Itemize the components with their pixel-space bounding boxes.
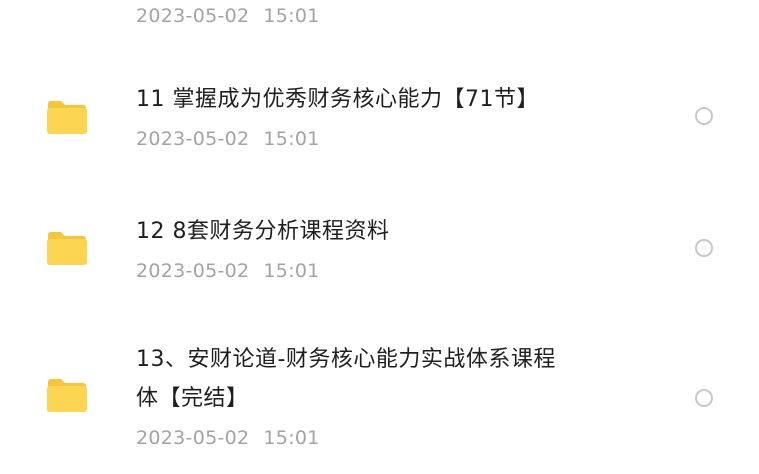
list-item-partial[interactable]: 2023-05-02 15:01 [0, 0, 759, 40]
file-list-screen: 2023-05-02 15:01 11 掌握成为优秀财务核心能力【71节】 202… [0, 0, 759, 474]
folder-icon [47, 232, 87, 265]
item-time-value: 15:01 [263, 427, 320, 449]
item-date: 2023-05-02 15:01 [136, 258, 320, 284]
folder-icon [47, 101, 87, 134]
select-radio-button[interactable] [695, 239, 713, 257]
item-date-value: 2023-05-02 [136, 128, 250, 150]
select-radio-button[interactable] [695, 389, 713, 407]
item-title-line-2: 体【完结】 [136, 386, 249, 411]
list-item[interactable]: 12 8套财务分析课程资料 2023-05-02 15:01 [0, 202, 759, 302]
item-time-value: 15:01 [263, 260, 320, 282]
item-title: 12 8套财务分析课程资料 [136, 219, 390, 244]
item-time-value: 15:01 [263, 5, 320, 27]
item-date-value: 2023-05-02 [136, 260, 250, 282]
list-item[interactable]: 13、安财论道-财务核心能力实战体系课程 体【完结】 2023-05-02 15:… [0, 332, 759, 474]
item-date: 2023-05-02 15:01 [136, 126, 320, 152]
select-radio-button[interactable] [695, 107, 713, 125]
item-date-value: 2023-05-02 [136, 427, 250, 449]
folder-icon [47, 379, 87, 412]
item-title: 11 掌握成为优秀财务核心能力【71节】 [136, 87, 539, 112]
item-date: 2023-05-02 15:01 [136, 425, 320, 451]
item-time-value: 15:01 [263, 128, 320, 150]
list-item[interactable]: 11 掌握成为优秀财务核心能力【71节】 2023-05-02 15:01 [0, 70, 759, 170]
item-date: 2023-05-02 15:01 [136, 3, 320, 29]
item-date-value: 2023-05-02 [136, 5, 250, 27]
item-title-line-1: 13、安财论道-财务核心能力实战体系课程 [136, 347, 556, 372]
